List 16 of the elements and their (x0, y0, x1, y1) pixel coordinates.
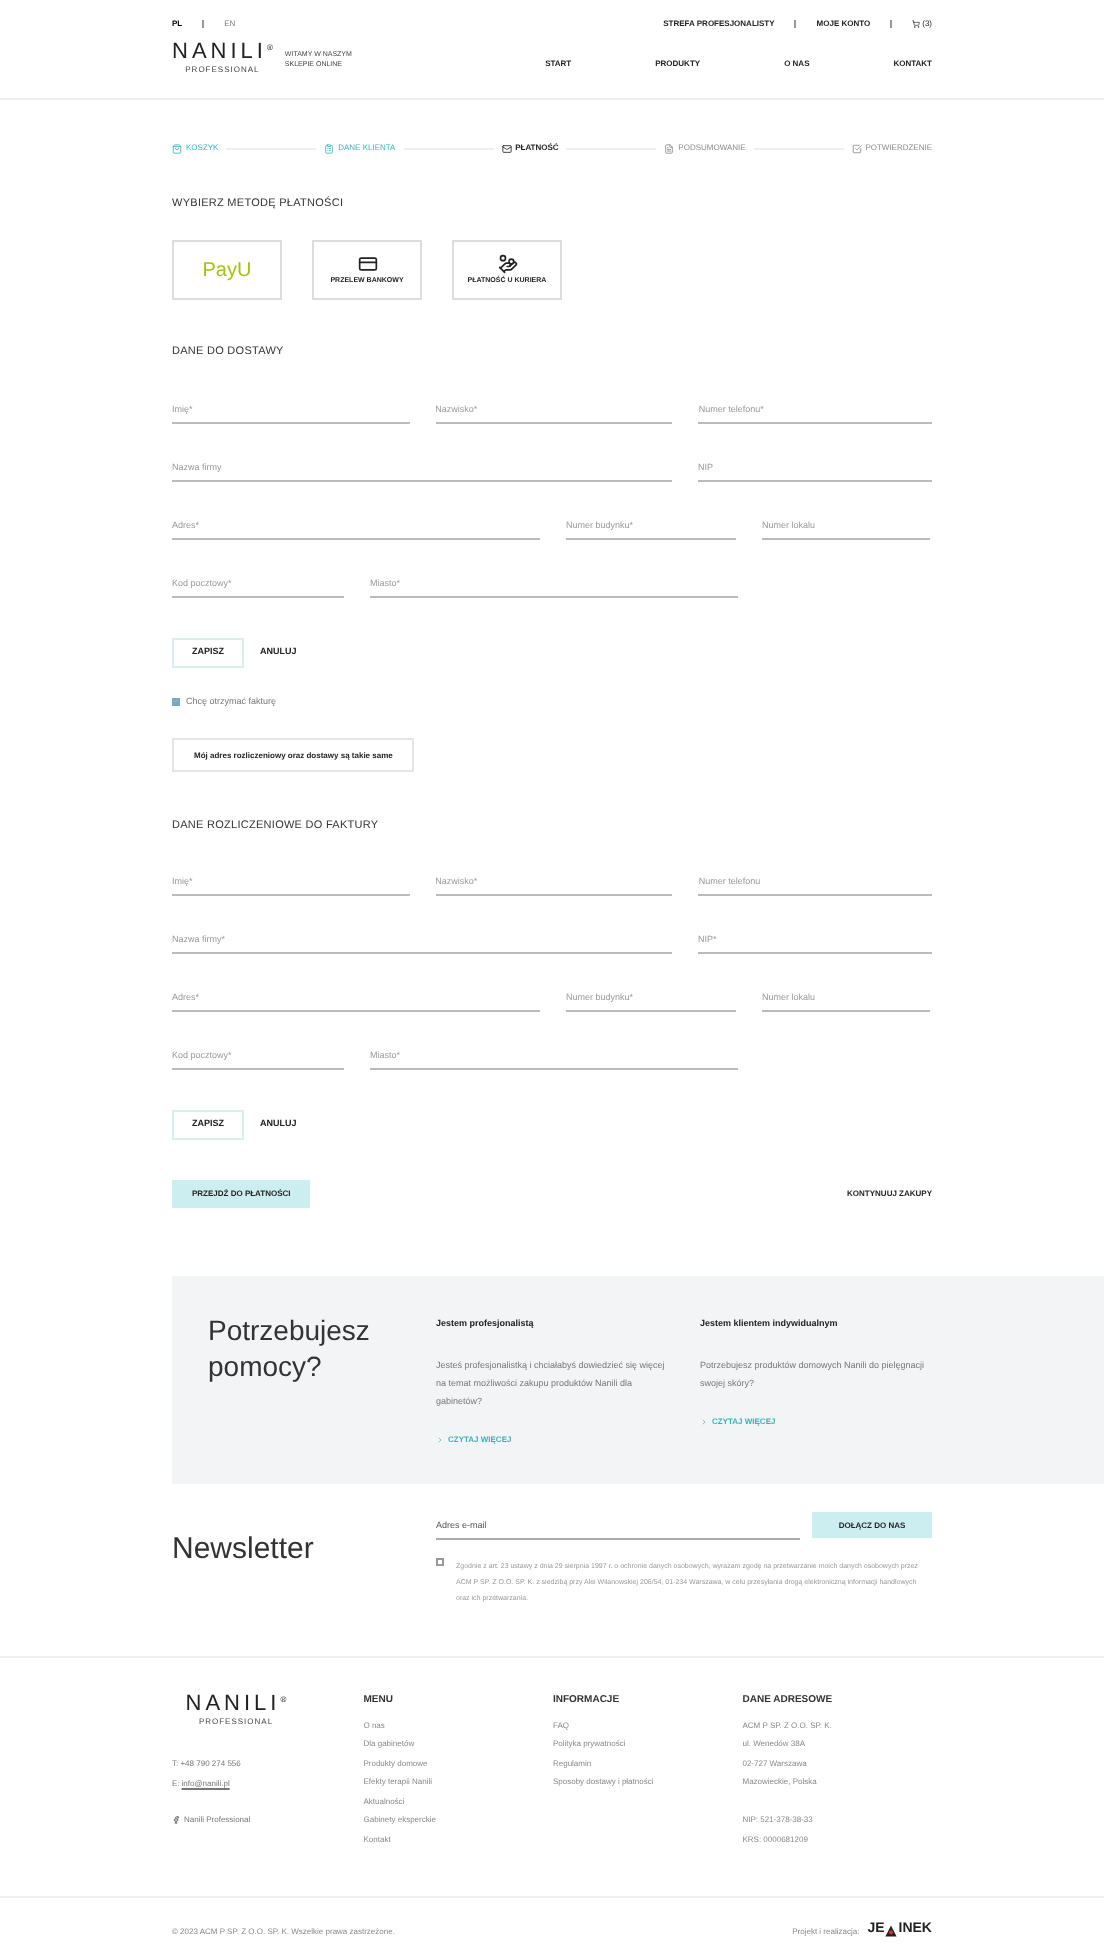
help-title: Potrzebujesz pomocy? (208, 1312, 372, 1386)
checkbox[interactable] (172, 697, 180, 706)
newsletter-title: Newsletter (172, 1530, 316, 1570)
step-icon (501, 143, 512, 153)
step-icon (172, 143, 182, 153)
logo-text: NANILI (172, 42, 267, 64)
cart-icon (912, 20, 921, 28)
figure-icon (884, 1924, 899, 1938)
step-icon (664, 143, 675, 153)
facebook-icon (172, 1816, 180, 1824)
card-icon (357, 254, 377, 275)
logo-text: NANILI (185, 1694, 281, 1716)
step-icon (851, 143, 862, 153)
step-icon (324, 143, 335, 153)
checkbox[interactable] (436, 1558, 444, 1566)
hand-coins-icon (497, 254, 517, 275)
